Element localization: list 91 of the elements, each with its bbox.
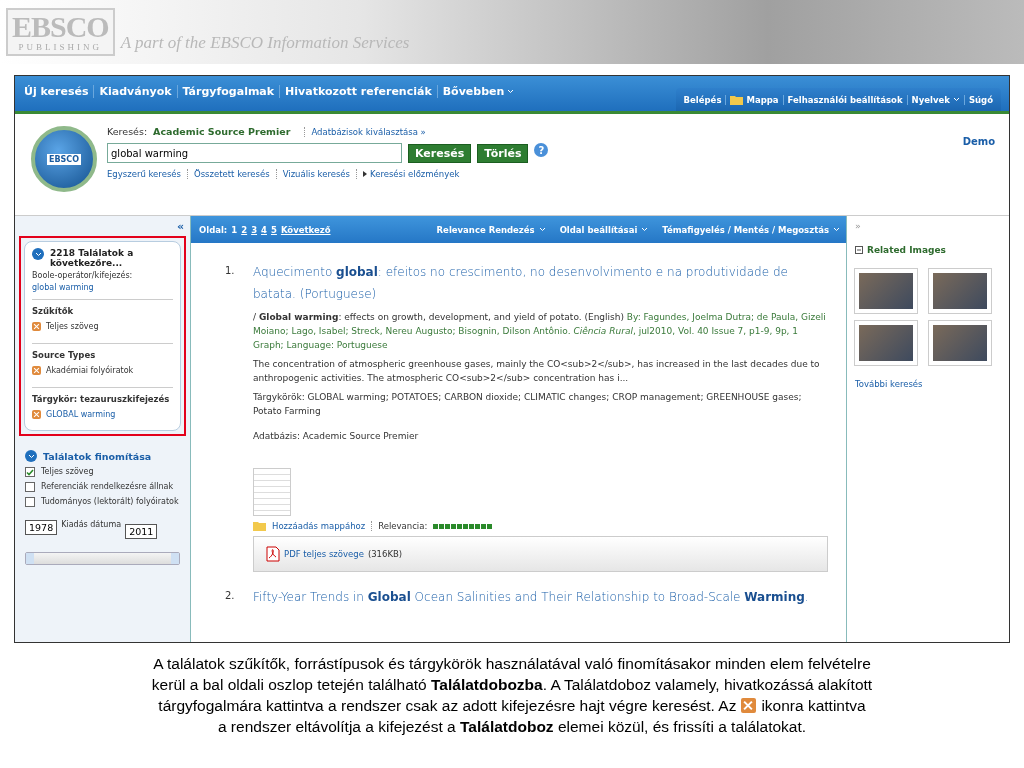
search-button[interactable]: Törlés [477,143,529,163]
caret-icon [641,227,649,232]
date-field[interactable]: 2011 [125,524,158,539]
page-link[interactable]: 4 [261,224,267,235]
boolean-link[interactable]: global warming [32,283,173,292]
boolean-label: Boole-operátor/kifejezés: [32,271,134,280]
nav-link[interactable]: Tárgyfogalmak [177,84,281,98]
caption-text: a rendszer eltávolítja a kifejezést a Találatdoboz elemei közül, és frissíti a találatokat. [217,717,807,737]
result-number: 1. [225,264,236,278]
date-label: Kiadás dátuma [61,520,122,529]
add-folder-link[interactable]: Hozzáadás mappához [272,521,366,531]
search-mode-link[interactable]: Keresési előzmények [356,169,466,179]
section-heading: Tárgykör: tezauruszkifejezés [32,394,171,404]
filter-label: Akadémiai folyóiratok [46,366,134,375]
collapse-icon [855,246,863,254]
folder-icon [253,521,266,531]
page-link[interactable]: 2 [241,224,248,235]
section-heading: Szűkítők [32,306,75,316]
search-mode-link[interactable]: Vizuális keresés [275,169,356,179]
checkbox-label: Referenciák rendelkezésre állnak [41,482,174,491]
section-heading: Source Types [32,350,97,360]
toolbar-link[interactable]: Felhasználói beállítások [783,94,908,105]
date-field[interactable]: 1978 [25,520,58,535]
checkbox[interactable] [25,482,35,492]
logo-orb: EBSCO [31,126,97,192]
remove-icon [741,698,757,713]
pdf-icon [266,546,280,562]
caption-text: kerül a bal oldali oszlop tetején található Találatdobozba. A Találatdoboz valamely, hivatkozássá alakított [151,675,873,695]
page-thumbnail[interactable] [253,468,291,516]
caret-icon [952,97,960,102]
result-number: 2. [225,589,236,603]
more-search-link[interactable]: További keresés [855,379,1001,389]
nav-link[interactable]: Hivatkozott referenciák [280,84,438,98]
toolbar-link[interactable]: Mappa [726,94,784,105]
pdf-link[interactable]: PDF teljes szövege [284,549,364,559]
checkbox[interactable] [25,497,35,507]
choose-database-link[interactable]: Adatbázisok kiválasztása » [304,126,432,137]
slider-range[interactable] [26,553,179,564]
checkbox-label: Teljes szöveg [41,467,94,476]
logo: EBSCO PUBLISHING [6,8,115,56]
search-label: Keresés: [107,126,148,137]
folder-icon [730,94,744,105]
refine-heading: Találatok finomítása [43,450,152,462]
collapse-icon[interactable] [32,248,44,260]
page-link[interactable]: 5 [270,224,277,235]
result-title[interactable]: Fifty-Year Trends in Global Ocean Salinities and Their Relationship to Broad-Scale Warming. [253,586,828,608]
nav-link[interactable]: Bővebben [437,84,520,98]
menu-button[interactable]: Relevance Rendezés [436,224,546,235]
user-name[interactable]: Demo [962,136,995,215]
relevance-label: Relevancia: [371,521,428,531]
search-field[interactable]: global warming [107,143,402,163]
results-count: 2218 Találatok a következőre... [50,248,135,268]
caption-text: ikonra kattintva [761,696,866,716]
abstract: The concentration of atmospheric greenhouse gases, mainly the CO<sub>2</sub>, has increased in the last decades due to anthropogenic activities. The atmospheric CO<sub>2</sub> concentration has i... [253,358,821,385]
result-title[interactable]: Aquecimento global: efeitos no crescimento, no desenvolvimento e na produtividade de batata. (Portuguese) [253,261,828,305]
toolbar-link[interactable]: Súgó [964,94,997,105]
database: Adatbázis: Academic Source Premier [253,430,420,443]
citation: / Global warming: effects on growth, development, and yield of potato. (English) By: Fagundes, Joelma Dutra; de Paula, Gizeli Moiano; Lago, Isabel; Streck, Nereu Augusto; Bisognin, Dilson Antônio. Ciência Rural, jul2010, Vol. 40 Issue 7, p1-9, 9p, 1 Graph; Language: Portuguese [253,311,827,352]
subjects: Tárgykörök: GLOBAL warming; POTATOES; CARBON dioxide; CLIMATIC changes; CROP management; GREENHOUSE gases; Potato Farming [253,391,803,418]
search-button[interactable]: Keresés [408,143,472,163]
related-heading[interactable]: Related Images [855,245,1001,255]
caret-icon [833,227,840,232]
search-mode-link[interactable]: Egyszerű keresés [107,169,187,179]
caption-text: tárgyfogalmára kattintva a rendszer csak az adott kifejezésre hajt végre keresést. Az [158,696,737,716]
file-size: (316KB) [367,549,403,559]
toolbar-link[interactable]: Nyelvek [907,94,965,105]
expand-link[interactable]: » [855,220,1001,231]
caption-text: A találatok szűkítők, forrástípusok és tárgykörök használatával való finomításakor minden elem felvételre [153,654,871,674]
caret-icon [34,251,42,257]
next-link[interactable]: Következő [280,224,331,235]
checkbox-label: Tudományos (lektorált) folyóiratok [41,497,179,506]
caret-icon [27,453,35,459]
page-link[interactable]: 1 [231,224,238,235]
page-link[interactable]: 3 [251,224,258,235]
triangle-icon [363,171,367,177]
collapse-link[interactable]: « [176,220,186,233]
filter-label: Teljes szöveg [46,322,99,331]
nav-link[interactable]: Kiadványok [94,84,178,98]
menu-button[interactable]: Témafigyelés / Mentés / Megosztás [662,224,840,235]
nav-link[interactable]: Új keresés [19,84,95,98]
collapse-icon[interactable] [25,450,37,462]
database-name: Academic Source Premier [153,126,291,137]
checkbox[interactable] [25,467,35,477]
page-label: Oldal: [199,224,228,235]
search-mode-link[interactable]: Összetett keresés [187,169,276,179]
caret-icon [538,227,546,232]
toolbar-link[interactable]: Belépés [679,94,727,105]
menu-button[interactable]: Oldal beállításai [559,224,649,235]
term-link[interactable]: GLOBAL warming [46,410,116,419]
help-icon[interactable]: ? [534,143,549,157]
caret-icon [507,88,515,94]
